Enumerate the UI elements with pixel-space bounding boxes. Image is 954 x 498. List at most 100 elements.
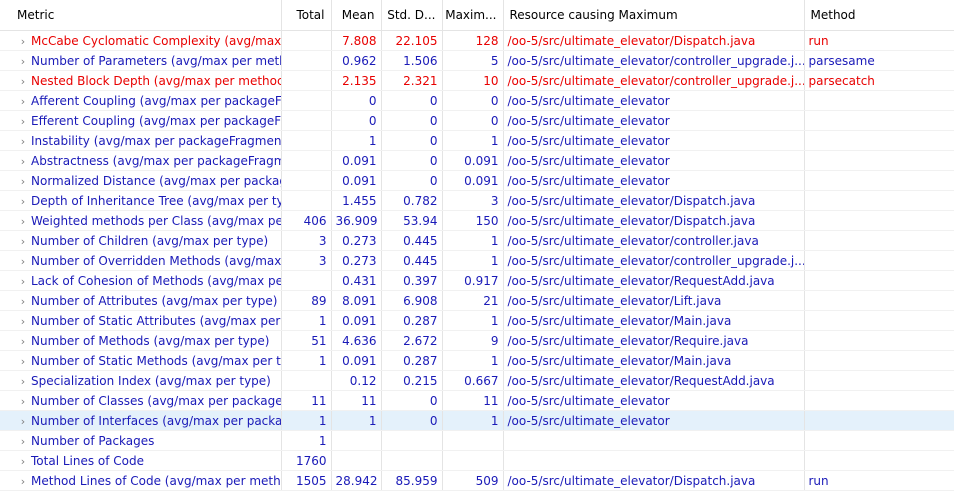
- table-row[interactable]: › Number of Parameters (avg/max per meth 0…: [0, 50, 954, 71]
- chevron-right-icon[interactable]: ›: [15, 35, 31, 48]
- table-row[interactable]: › Number of Methods (avg/max per type) 51 4…: [0, 330, 954, 351]
- table-row[interactable]: › Number of Static Attributes (avg/max pe…: [0, 310, 954, 331]
- chevron-right-icon[interactable]: ›: [15, 335, 31, 348]
- chevron-right-icon[interactable]: ›: [15, 255, 31, 268]
- metric-cell: › Number of Parameters (avg/max per meth: [0, 50, 282, 71]
- chevron-right-icon[interactable]: ›: [15, 215, 31, 228]
- table-row[interactable]: › Number of Children (avg/max per type) 3 0…: [0, 230, 954, 251]
- table-row[interactable]: › Number of Interfaces (avg/max per packa…: [0, 410, 954, 431]
- chevron-right-icon[interactable]: ›: [15, 275, 31, 288]
- table-row[interactable]: › Number of Overridden Methods (avg/max 3 0…: [0, 250, 954, 271]
- column-header-resource[interactable]: Resource causing Maximum: [503, 0, 805, 31]
- chevron-right-icon[interactable]: ›: [15, 235, 31, 248]
- maximum-cell: 10: [442, 70, 504, 91]
- total-cell: [281, 370, 332, 391]
- table-row[interactable]: › Specialization Index (avg/max per type)…: [0, 370, 954, 391]
- std-dev-cell: [381, 430, 443, 451]
- chevron-right-icon[interactable]: ›: [15, 195, 31, 208]
- maximum-cell: 9: [442, 330, 504, 351]
- resource-cell: [503, 430, 805, 451]
- chevron-right-icon[interactable]: ›: [15, 415, 31, 428]
- table-row[interactable]: › McCabe Cyclomatic Complexity (avg/max 7.…: [0, 30, 954, 51]
- maximum-cell: 0: [442, 110, 504, 131]
- method-cell: run: [804, 30, 954, 51]
- chevron-right-icon[interactable]: ›: [15, 55, 31, 68]
- column-header-total[interactable]: Total: [281, 0, 332, 31]
- metric-name: Number of Parameters (avg/max per meth: [31, 53, 281, 68]
- table-row[interactable]: › Weighted methods per Class (avg/max pe 4…: [0, 210, 954, 231]
- total-cell: [281, 190, 332, 211]
- total-cell: 1: [281, 350, 332, 371]
- column-header-maximum[interactable]: Maxim...: [442, 0, 504, 31]
- chevron-right-icon[interactable]: ›: [15, 455, 31, 468]
- total-cell: 1505: [281, 470, 332, 491]
- column-header-metric[interactable]: Metric: [0, 0, 282, 31]
- chevron-right-icon[interactable]: ›: [15, 75, 31, 88]
- table-row[interactable]: › Efferent Coupling (avg/max per packageF…: [0, 110, 954, 131]
- chevron-right-icon[interactable]: ›: [15, 155, 31, 168]
- maximum-cell: 3: [442, 190, 504, 211]
- metric-cell: › Number of Static Methods (avg/max per t: [0, 350, 282, 371]
- std-dev-cell: 0.445: [381, 230, 443, 251]
- mean-cell: 28.942: [331, 470, 382, 491]
- maximum-cell: 1: [442, 350, 504, 371]
- chevron-right-icon[interactable]: ›: [15, 95, 31, 108]
- total-cell: 11: [281, 390, 332, 411]
- metric-cell: › Lack of Cohesion of Methods (avg/max pe: [0, 270, 282, 291]
- resource-cell: /oo-5/src/ultimate_elevator/Dispatch.jav…: [503, 210, 805, 231]
- metric-cell: › Total Lines of Code: [0, 450, 282, 471]
- metric-cell: › Number of Interfaces (avg/max per packa: [0, 410, 282, 431]
- std-dev-cell: 53.94: [381, 210, 443, 231]
- chevron-right-icon[interactable]: ›: [15, 395, 31, 408]
- column-header-std-dev[interactable]: Std. D...: [381, 0, 443, 31]
- chevron-right-icon[interactable]: ›: [15, 175, 31, 188]
- table-row[interactable]: › Total Lines of Code 1760: [0, 450, 954, 471]
- table-row[interactable]: › Number of Classes (avg/max per package 1…: [0, 390, 954, 411]
- resource-cell: /oo-5/src/ultimate_elevator/Main.java: [503, 310, 805, 331]
- chevron-right-icon[interactable]: ›: [15, 355, 31, 368]
- metric-cell: › Number of Attributes (avg/max per type): [0, 290, 282, 311]
- std-dev-cell: 2.321: [381, 70, 443, 91]
- chevron-right-icon[interactable]: ›: [15, 295, 31, 308]
- resource-cell: /oo-5/src/ultimate_elevator/Lift.java: [503, 290, 805, 311]
- mean-cell: [331, 430, 382, 451]
- method-cell: [804, 250, 954, 271]
- table-row[interactable]: › Lack of Cohesion of Methods (avg/max pe…: [0, 270, 954, 291]
- column-header-mean[interactable]: Mean: [331, 0, 382, 31]
- mean-cell: 0: [331, 90, 382, 111]
- chevron-right-icon[interactable]: ›: [15, 115, 31, 128]
- mean-cell: 1: [331, 130, 382, 151]
- mean-cell: 0.091: [331, 350, 382, 371]
- table-row[interactable]: › Method Lines of Code (avg/max per meth 1…: [0, 470, 954, 491]
- table-row[interactable]: › Depth of Inheritance Tree (avg/max per …: [0, 190, 954, 211]
- std-dev-cell: 0.287: [381, 350, 443, 371]
- resource-cell: /oo-5/src/ultimate_elevator/RequestAdd.j…: [503, 370, 805, 391]
- resource-cell: /oo-5/src/ultimate_elevator/controller.j…: [503, 230, 805, 251]
- resource-cell: /oo-5/src/ultimate_elevator: [503, 150, 805, 171]
- column-header-method[interactable]: Method: [804, 0, 954, 31]
- table-row[interactable]: › Afferent Coupling (avg/max per packageF…: [0, 90, 954, 111]
- chevron-right-icon[interactable]: ›: [15, 315, 31, 328]
- table-row[interactable]: › Number of Attributes (avg/max per type)…: [0, 290, 954, 311]
- chevron-right-icon[interactable]: ›: [15, 435, 31, 448]
- metric-cell: › Efferent Coupling (avg/max per packageF…: [0, 110, 282, 131]
- method-cell: [804, 410, 954, 431]
- table-row[interactable]: › Instability (avg/max per packageFragmen…: [0, 130, 954, 151]
- metric-cell: › Number of Packages: [0, 430, 282, 451]
- chevron-right-icon[interactable]: ›: [15, 475, 31, 488]
- metric-cell: › Abstractness (avg/max per packageFragm: [0, 150, 282, 171]
- std-dev-cell: 0: [381, 130, 443, 151]
- metric-name: Number of Static Methods (avg/max per t: [31, 353, 281, 368]
- chevron-right-icon[interactable]: ›: [15, 375, 31, 388]
- table-row[interactable]: › Number of Static Methods (avg/max per t…: [0, 350, 954, 371]
- std-dev-cell: 0.287: [381, 310, 443, 331]
- table-row[interactable]: › Number of Packages 1: [0, 430, 954, 451]
- maximum-cell: 0.091: [442, 170, 504, 191]
- metric-cell: › Normalized Distance (avg/max per packag: [0, 170, 282, 191]
- mean-cell: 0.091: [331, 170, 382, 191]
- std-dev-cell: 0.215: [381, 370, 443, 391]
- table-row[interactable]: › Nested Block Depth (avg/max per methoc 2…: [0, 70, 954, 91]
- chevron-right-icon[interactable]: ›: [15, 135, 31, 148]
- table-row[interactable]: › Abstractness (avg/max per packageFragm 0…: [0, 150, 954, 171]
- table-row[interactable]: › Normalized Distance (avg/max per packag…: [0, 170, 954, 191]
